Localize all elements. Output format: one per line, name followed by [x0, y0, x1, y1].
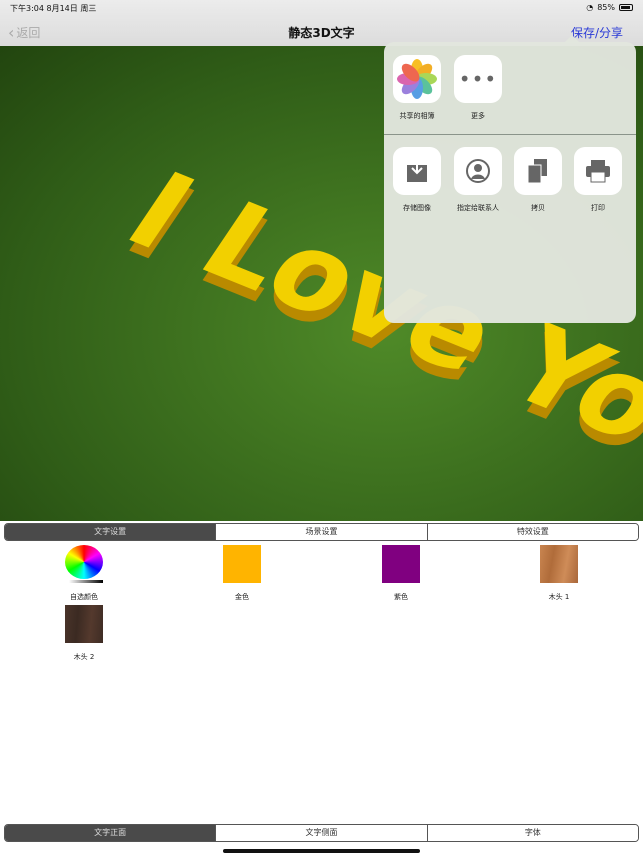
material-label: 木头 2 [73, 653, 95, 661]
tab-text-side[interactable]: 文字侧面 [215, 825, 427, 841]
material-gold[interactable]: 金色 [212, 545, 272, 602]
share-print[interactable]: 打印 [574, 147, 622, 213]
divider [384, 134, 636, 135]
tab-text-front[interactable]: 文字正面 [5, 825, 216, 841]
share-label: 拷贝 [531, 204, 545, 212]
share-assign-contact[interactable]: 指定给联系人 [454, 147, 502, 213]
status-time: 下午3:04 8月14日 周三 [10, 4, 97, 13]
gold-swatch [223, 545, 261, 583]
material-custom-color[interactable]: 自选颜色 [54, 545, 114, 602]
material-purple[interactable]: 紫色 [371, 545, 431, 602]
share-shared-album[interactable]: 共享的相簿 [393, 55, 441, 121]
wood-2-swatch [65, 605, 103, 643]
photos-icon [393, 55, 441, 103]
top-bar: 下午3:04 8月14日 周三 ◔ 85% ‹ 返回 静态3D文字 保存/分享 [0, 0, 643, 46]
contact-icon [454, 147, 502, 195]
tab-text-settings[interactable]: 文字设置 [5, 524, 216, 540]
battery-icon [619, 4, 633, 11]
share-save-image[interactable]: 存储图像 [393, 147, 441, 213]
material-label: 木头 1 [548, 593, 570, 601]
copy-icon [514, 147, 562, 195]
save-image-icon [393, 147, 441, 195]
page-title: 静态3D文字 [288, 26, 355, 40]
material-label: 金色 [235, 593, 249, 601]
share-sheet-popover: 共享的相簿 ••• 更多 存储图像 指定给联系人 拷贝 打印 [384, 35, 636, 323]
status-indicators: ◔ 85% [586, 3, 633, 12]
text-part-tabs: 文字正面 文字侧面 字体 [4, 824, 639, 842]
share-more[interactable]: ••• 更多 [454, 55, 502, 121]
battery-percent: 85% [597, 3, 615, 12]
tab-effect-settings[interactable]: 特效设置 [426, 524, 638, 540]
wood-1-swatch [540, 545, 578, 583]
share-label: 打印 [591, 204, 605, 212]
share-label: 指定给联系人 [457, 204, 499, 212]
settings-tabs: 文字设置 场景设置 特效设置 [4, 523, 639, 541]
home-indicator[interactable] [223, 849, 420, 853]
color-wheel-icon [65, 545, 103, 583]
material-wood-2[interactable]: 木头 2 [54, 605, 114, 662]
tab-font[interactable]: 字体 [426, 825, 638, 841]
share-label: 更多 [471, 112, 485, 120]
tab-scene-settings[interactable]: 场景设置 [215, 524, 427, 540]
more-icon: ••• [454, 55, 502, 103]
material-label: 自选颜色 [70, 593, 98, 601]
print-icon [574, 147, 622, 195]
share-label: 共享的相簿 [399, 112, 435, 120]
material-wood-1[interactable]: 木头 1 [529, 545, 589, 602]
purple-swatch [382, 545, 420, 583]
material-label: 紫色 [394, 593, 408, 601]
wifi-icon: ◔ [586, 3, 594, 12]
share-label: 存储图像 [403, 204, 431, 212]
share-copy[interactable]: 拷贝 [514, 147, 562, 213]
